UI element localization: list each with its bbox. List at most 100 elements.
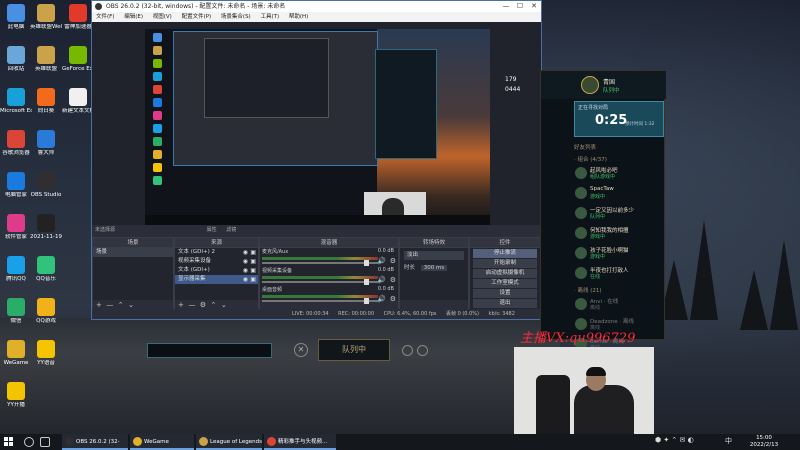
studio-mode-button[interactable]: 工作室模式 (473, 279, 537, 288)
menu-view[interactable]: 视图(V) (153, 14, 172, 20)
gear-icon[interactable]: ⚙ (390, 295, 396, 303)
friends-group-online[interactable]: · 组合 (4/37) (574, 155, 607, 163)
gear-icon[interactable]: ⚙ (390, 276, 396, 284)
visibility-icon[interactable]: ◉ (243, 275, 248, 284)
menu-edit[interactable]: 编辑(E) (124, 14, 143, 20)
close-icon[interactable]: ✕ (294, 343, 308, 357)
move-up-button[interactable]: ⌃ (208, 301, 217, 309)
speaker-icon[interactable]: 🔊 (377, 276, 386, 284)
desktop-icon[interactable]: OBS Studio (30, 172, 62, 199)
friend-item[interactable]: 半夜也打打敌人 在线 (574, 265, 666, 281)
friends-group-offline[interactable]: · 离线 (21) (574, 286, 602, 294)
volume-slider-handle[interactable] (364, 298, 369, 304)
avatar[interactable] (581, 76, 599, 94)
task-view-icon[interactable] (40, 437, 50, 447)
volume-slider[interactable] (262, 281, 378, 283)
volume-slider[interactable] (262, 300, 378, 302)
transition-select[interactable]: 淡出 (404, 251, 464, 260)
properties-button[interactable]: 属性 (207, 227, 217, 233)
desktop-icon[interactable]: QQ游戏 (30, 298, 62, 325)
source-item[interactable]: 视频采集设备 ◉ ▣ (175, 257, 258, 266)
desktop-icon[interactable]: 微信 (0, 298, 32, 325)
obs-preview-area[interactable] (92, 22, 541, 225)
desktop-icon[interactable]: 此电脑 (0, 4, 32, 31)
volume-slider-handle[interactable] (364, 279, 369, 285)
friend-item[interactable]: 起风啦必吧 组队游戏中 (574, 165, 666, 181)
start-button[interactable] (4, 437, 14, 447)
menu-profile[interactable]: 配置文件(P) (182, 14, 212, 20)
desktop-icon[interactable]: 英雄联盟WeGame版 (30, 4, 62, 31)
duration-input[interactable]: 300 ms (420, 265, 448, 271)
obs-titlebar[interactable]: OBS 26.0.2 (32-bit, windows) - 配置文件: 未命名… (92, 1, 541, 12)
visibility-icon[interactable]: ◉ (243, 257, 248, 266)
lobby-input-bar[interactable] (147, 343, 272, 358)
lock-icon[interactable]: ▣ (250, 257, 256, 266)
desktop-icon[interactable]: 新建文本文档 (62, 88, 94, 115)
desktop-icon[interactable]: 鲁大师 (30, 130, 62, 157)
friend-item[interactable]: Anvi · 在线 离线 (574, 296, 666, 312)
desktop-icon[interactable]: YY语音 (30, 340, 62, 367)
taskbar-app[interactable]: WeGame (130, 434, 194, 450)
speaker-icon[interactable]: 🔊 (377, 295, 386, 303)
move-down-button[interactable]: ⌄ (219, 301, 227, 309)
lock-icon[interactable]: ▣ (250, 248, 256, 257)
preview-canvas[interactable] (145, 29, 490, 225)
settings-icon[interactable] (417, 345, 428, 356)
desktop-icon[interactable]: QQ音乐 (30, 256, 62, 283)
desktop-icon[interactable]: 腾讯QQ (0, 256, 32, 283)
source-settings-icon[interactable]: ⚙ (198, 301, 206, 309)
visibility-icon[interactable]: ◉ (243, 248, 248, 257)
desktop-icon[interactable]: 电脑管家 (0, 172, 32, 199)
desktop-icon[interactable]: Microsoft Edge (0, 88, 32, 115)
maximize-button[interactable]: ☐ (513, 1, 527, 12)
desktop-icon[interactable]: GeForce Experience (62, 46, 94, 73)
desktop-icon[interactable]: YY开播 (0, 382, 32, 409)
desktop-icon[interactable]: 2021-11-19 Team AIR... (30, 214, 62, 241)
speaker-icon[interactable]: 🔊 (377, 257, 386, 265)
gear-icon[interactable]: ⚙ (390, 257, 396, 265)
move-up-button[interactable]: ⌃ (116, 301, 124, 309)
stop-streaming-button[interactable]: 停止推流 (473, 249, 537, 258)
desktop-icon[interactable]: 谷歌浏览器 (0, 130, 32, 157)
desktop-icon[interactable]: 雷神加速器 (62, 4, 94, 31)
add-scene-button[interactable]: + (96, 301, 102, 309)
taskbar-app[interactable]: 精彩推手与头视频... (264, 434, 336, 450)
friend-item[interactable]: 何知我我的相擅 游戏中 (574, 225, 666, 241)
lock-icon[interactable]: ▣ (250, 275, 256, 284)
close-button[interactable]: ✕ (527, 1, 541, 12)
taskbar-app[interactable]: OBS 26.0.2 (32-bi... (62, 434, 128, 450)
friend-item[interactable]: 一定又因以前多少 队列中 (574, 205, 666, 221)
desktop-icon[interactable]: WeGame (0, 340, 32, 367)
friend-item[interactable]: SpacTaw 游戏中 (574, 185, 666, 201)
clock[interactable]: 15:00 2022/2/13 (744, 435, 784, 449)
search-icon[interactable] (24, 437, 34, 447)
volume-slider-handle[interactable] (364, 260, 369, 266)
start-recording-button[interactable]: 开始录制 (473, 259, 537, 268)
friend-item[interactable]: 孩子花脸小啊猫 游戏中 (574, 245, 666, 261)
remove-scene-button[interactable]: — (104, 301, 113, 309)
move-down-button[interactable]: ⌄ (126, 301, 134, 309)
queue-timer-card[interactable]: 正在寻找对局 0:25 预计时间 1:32 (574, 101, 664, 137)
filters-button[interactable]: 滤镜 (226, 227, 236, 233)
desktop-icon[interactable]: 软件管家 (0, 214, 32, 241)
queue-button[interactable]: 队列中 (318, 339, 390, 361)
exit-button[interactable]: 退出 (473, 299, 537, 308)
desktop-icon[interactable]: 英雄联盟 (30, 46, 62, 73)
menu-help[interactable]: 帮助(H) (289, 14, 308, 20)
scene-item[interactable]: 场景 (93, 248, 173, 257)
menu-file[interactable]: 文件(F) (96, 14, 114, 20)
chat-icon[interactable] (402, 345, 413, 356)
add-source-button[interactable]: + (178, 301, 184, 309)
ime-indicator[interactable]: 中 (725, 436, 732, 446)
remove-source-button[interactable]: — (186, 301, 195, 309)
volume-slider[interactable] (262, 262, 378, 264)
settings-button[interactable]: 设置 (473, 289, 537, 298)
source-item[interactable]: 文本 (GDI+) ◉ ▣ (175, 266, 258, 275)
start-virtual-camera-button[interactable]: 启动虚拟摄像机 (473, 269, 537, 278)
source-item[interactable]: 文本 (GDI+) 2 ◉ ▣ (175, 248, 258, 257)
source-item[interactable]: 显示器采集 ◉ ▣ (175, 275, 258, 284)
visibility-icon[interactable]: ◉ (243, 266, 248, 275)
desktop-icon[interactable]: 向日葵 (30, 88, 62, 115)
menu-tools[interactable]: 工具(T) (260, 14, 279, 20)
desktop-icon[interactable]: 回收站 (0, 46, 32, 73)
